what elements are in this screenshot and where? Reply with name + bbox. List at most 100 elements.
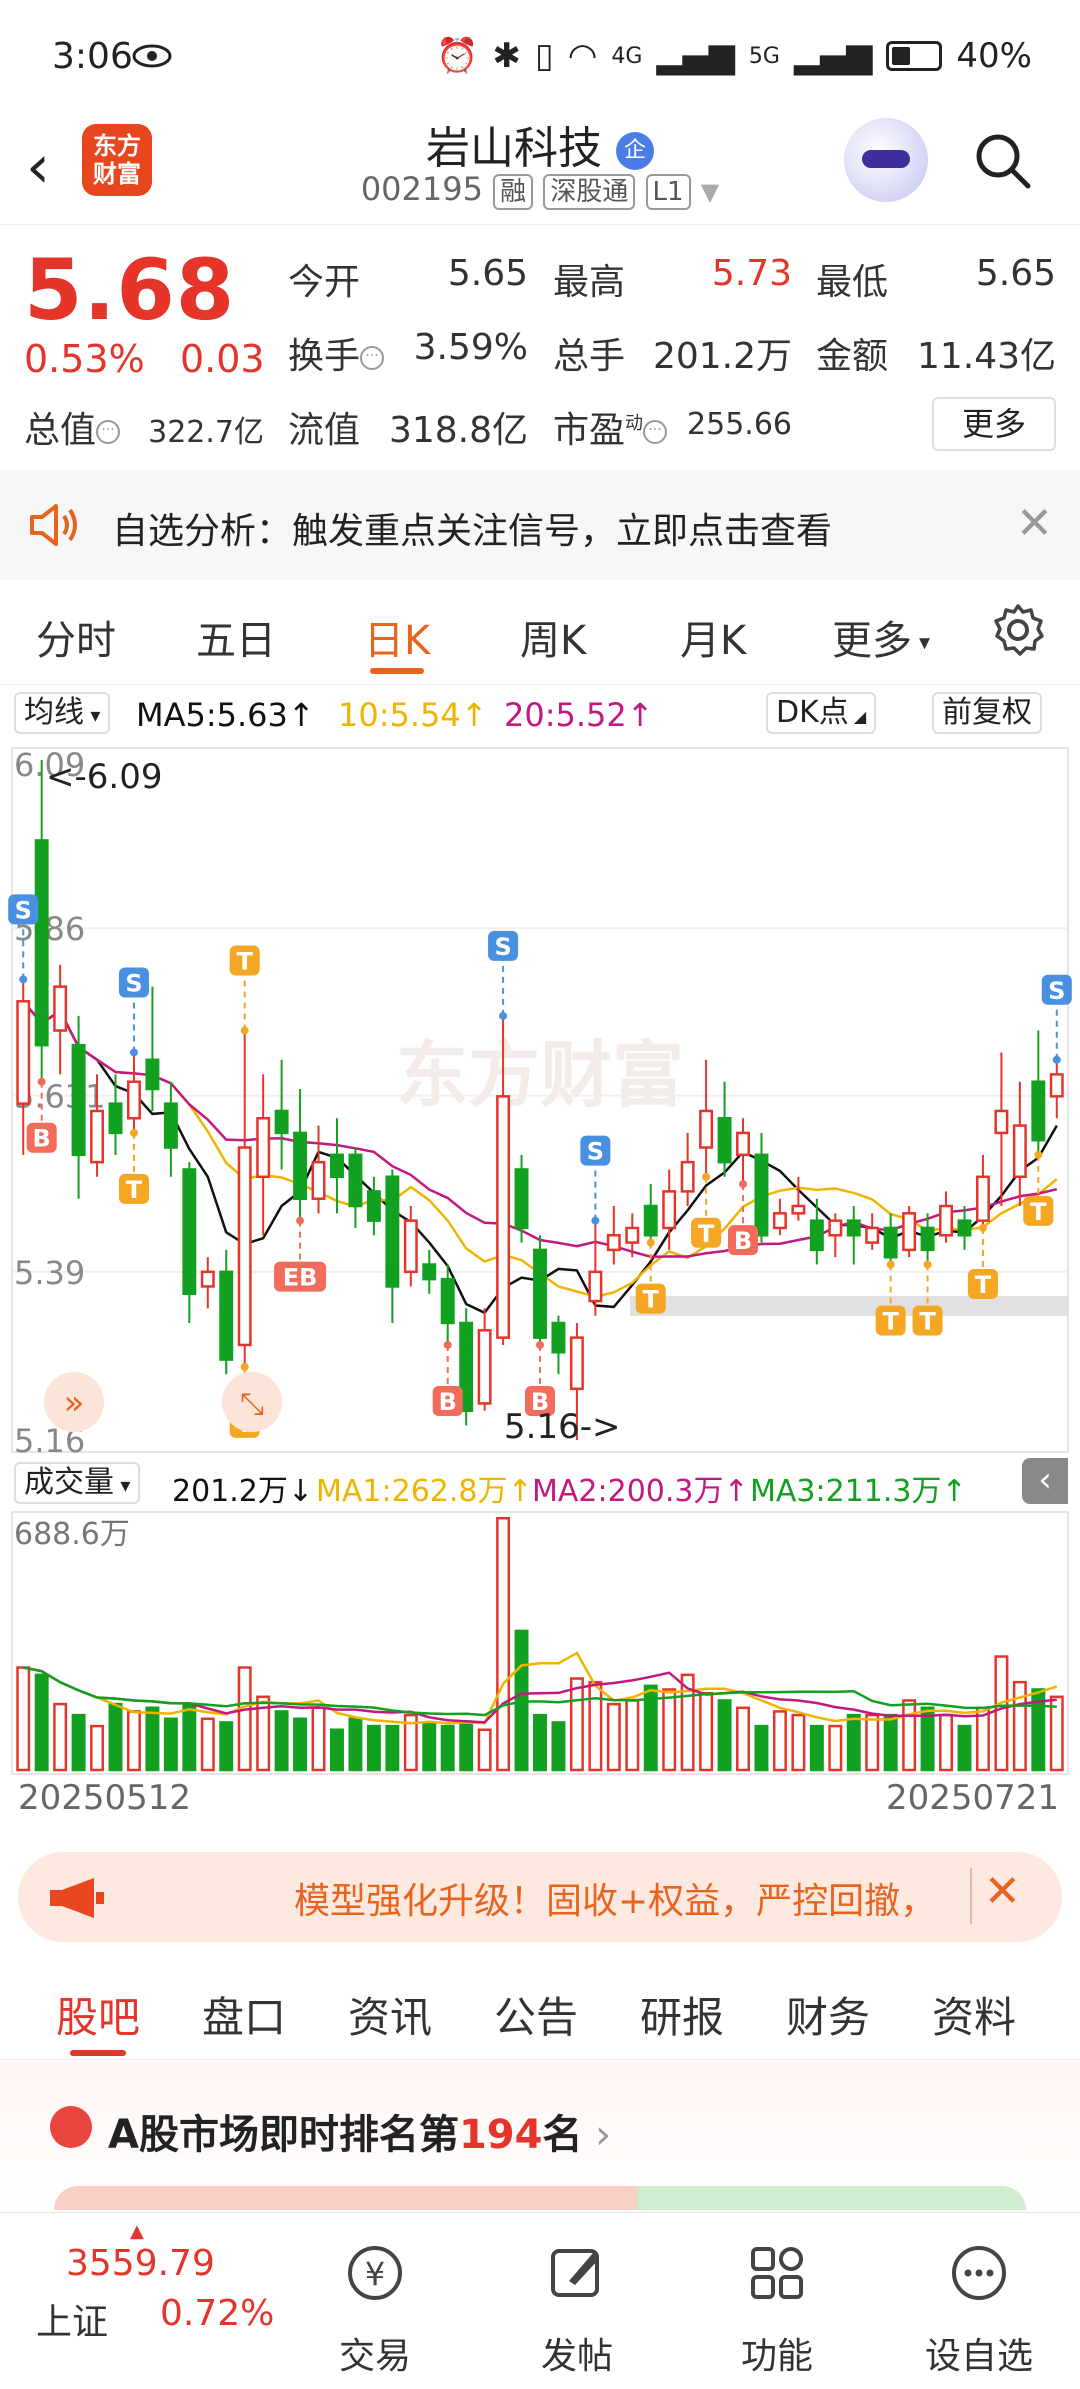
volume-bar-down [459,1721,474,1772]
candle-up [90,1109,105,1164]
tag-level[interactable]: L1 [645,174,691,210]
candle-up [311,1160,326,1200]
volume-bar-down [883,1713,898,1772]
marker-s-label: S [15,896,32,924]
candle-down [883,1226,898,1259]
marker-s-label: S [125,969,142,997]
tab-announcements[interactable]: 公告 [494,1984,578,2045]
tab-daily-k[interactable]: 日K [364,608,430,674]
volume-chart[interactable]: 688.6万 [0,1508,1080,1778]
tab-research[interactable]: 研报 [640,1984,724,2045]
promo-banner[interactable]: 模型强化升级！固收+权益，严控回撤， ✕ [18,1852,1062,1942]
candle-up [975,1175,990,1222]
marker-dot [646,1238,655,1247]
info-dots-icon[interactable]: ··· [96,420,121,444]
expand-button[interactable]: » [44,1372,104,1432]
tab-finance[interactable]: 财务 [786,1984,870,2045]
volume-bar-up [1049,1695,1064,1772]
candle-down [274,1109,289,1135]
marker-t-label: T [698,1220,715,1248]
search-icon[interactable] [972,130,1032,190]
tab-intraday[interactable]: 分时 [36,608,116,666]
candle-down [846,1219,861,1237]
content-tabs: 股吧 盘口 资讯 公告 研报 财务 资料 [0,1960,1080,2060]
low-label: 最低 [816,262,889,303]
tab-monthly-k[interactable]: 月K [680,608,746,666]
pe-label: 市盈动 ··· [553,401,668,453]
ma-selector[interactable]: 均线 ▾ [14,692,111,734]
volume-bar-down [163,1717,178,1772]
candle-up [828,1219,843,1237]
candle-down [717,1117,732,1164]
max-price-label: <-6.09 [46,757,162,797]
gear-icon[interactable] [990,602,1046,658]
candle-down [422,1263,437,1281]
signal-4g: 4G [611,43,643,69]
volume-bar-down [108,1702,123,1772]
tab-weekly-k[interactable]: 周K [520,608,586,666]
candle-up [16,1000,31,1105]
tab-five-day[interactable]: 五日 [196,608,276,666]
rank-chart-icon [50,2106,92,2148]
battery-icon [886,41,943,71]
info-dots-icon[interactable]: ··· [360,346,385,370]
volume-bar-down [551,1721,566,1772]
candle-up [606,1234,621,1252]
tab-news[interactable]: 资讯 [348,1984,432,2045]
candle-down [145,1058,160,1091]
notice-text[interactable]: 自选分析：触发重点关注信号，立即点击查看 [112,502,832,554]
kline-chart[interactable]: 东方财富 6.095.865.6315.395.16 SBSTTTEBSBBST… [0,740,1080,1460]
collapse-tab[interactable]: ‹ [1022,1458,1068,1504]
candle-down [348,1153,363,1208]
corner-icon: ◢ [848,707,867,726]
candle-up [588,1270,603,1303]
dk-points-button[interactable]: DK点 ◢ [766,692,877,734]
info-dots-icon[interactable]: ··· [643,420,668,444]
candle-up [625,1226,640,1244]
tab-profile[interactable]: 资料 [932,1984,1016,2045]
market-rank[interactable]: A股市场即时排名第194名 › [0,2062,1080,2210]
analysis-notice[interactable]: 自选分析：触发重点关注信号，立即点击查看 ✕ [0,470,1080,580]
volume-bar-up [126,1710,141,1772]
enterprise-badge: 企 [616,132,654,170]
candle-down [219,1270,234,1361]
volume-bar-up [311,1706,326,1772]
candle-down [385,1175,400,1288]
high-value: 5.73 [711,253,792,294]
marker-dot [240,1026,249,1035]
chevron-down-icon[interactable]: ▼ [701,178,719,206]
volume-bar-down [717,1699,732,1772]
volume-current: 201.2万↓ [172,1474,314,1509]
close-icon[interactable]: ✕ [984,1866,1021,1917]
eye-icon [132,44,172,68]
fullscreen-button[interactable]: ⤡ [222,1372,282,1432]
vol-ma3: MA3:211.3万↑ [750,1474,967,1509]
tab-forum[interactable]: 股吧 [56,1984,140,2056]
candle-up [477,1329,492,1405]
candle-down [643,1204,658,1237]
promo-text[interactable]: 模型强化升级！固收+权益，严控回撤， [294,1872,974,1924]
vol-ma1-line [22,1651,1058,1725]
end-date: 20250721 [886,1778,1060,1818]
index-ticker[interactable]: ▲ 3559.79 上证 0.72% [0,2213,300,2389]
volume-bar-up [699,1691,714,1772]
tab-more[interactable]: 更多 ▾ [832,608,930,666]
candle-down [809,1219,824,1252]
candle-up [1049,1073,1064,1098]
marker-dot [240,1362,249,1371]
volume-bar-down [920,1706,935,1772]
candle-up [53,985,68,1032]
adjust-button[interactable]: 前复权 [932,692,1042,734]
marker-dot [591,1216,600,1225]
volume-bar-up [736,1706,750,1772]
float-label: 流值 [288,410,361,451]
caret-down-icon: ▾ [114,1473,131,1497]
double-chevron-icon: » [64,1383,85,1423]
rank-text[interactable]: A股市场即时排名第194名 › [108,2102,611,2160]
close-icon[interactable]: ✕ [1016,498,1053,549]
assistant-avatar[interactable] [844,118,928,202]
more-button[interactable]: 更多 [932,397,1056,451]
volume-selector[interactable]: 成交量 ▾ [14,1462,141,1504]
candle-down [163,1102,178,1149]
tab-orderbook[interactable]: 盘口 [202,1984,286,2045]
